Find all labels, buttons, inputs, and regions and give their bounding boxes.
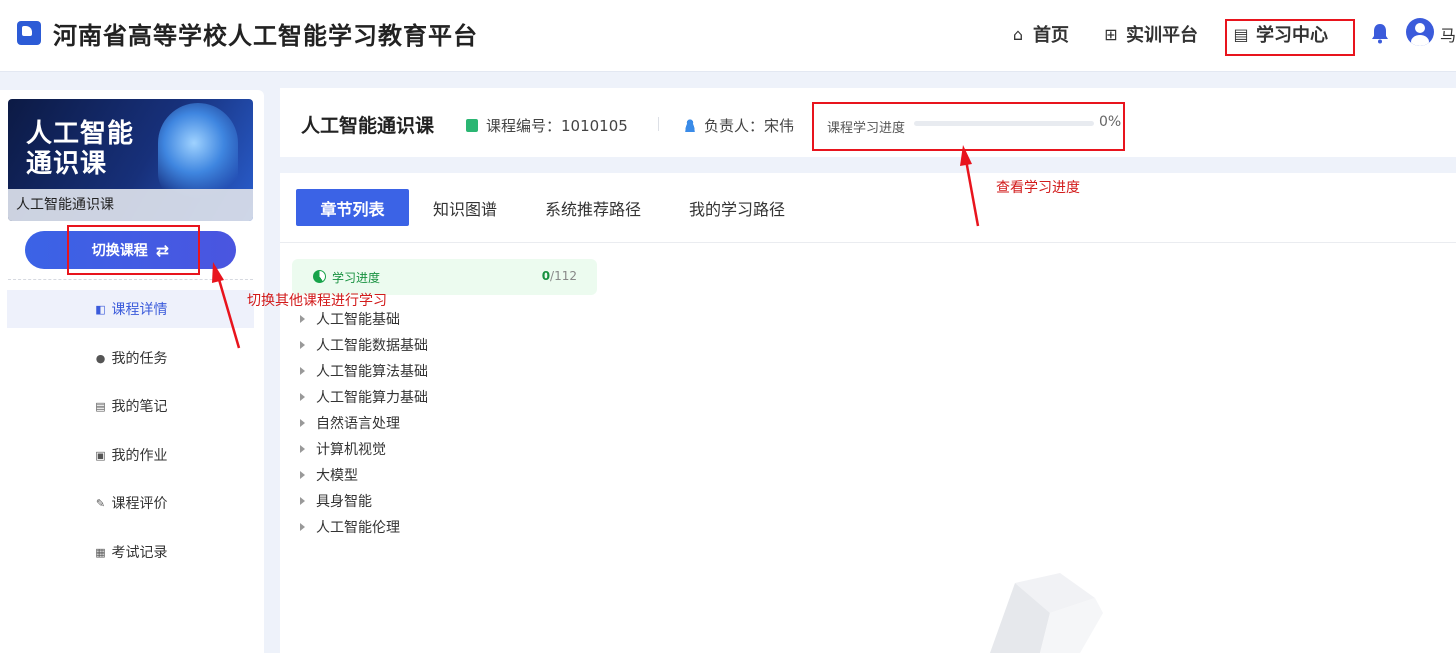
chapter-label: 大模型 bbox=[316, 468, 358, 484]
homework-icon: ▣ bbox=[95, 448, 106, 462]
caret-right-icon bbox=[300, 393, 305, 401]
sidebar-item-label: 课程详情 bbox=[111, 302, 168, 318]
platform-logo-icon[interactable] bbox=[17, 21, 41, 45]
person-icon bbox=[684, 119, 696, 132]
chapter-item[interactable]: 具身智能 bbox=[300, 491, 372, 511]
caret-right-icon bbox=[300, 419, 305, 427]
chapter-item[interactable]: 人工智能算法基础 bbox=[300, 361, 428, 381]
sidebar-item-course-review[interactable]: ✎ 课程评价 bbox=[7, 484, 254, 522]
annotation-box-switch-course bbox=[67, 225, 200, 275]
chapter-progress-total: /112 bbox=[550, 269, 577, 283]
chapter-progress-count: 0/112 bbox=[542, 269, 577, 283]
sidebar-item-label: 考试记录 bbox=[111, 545, 168, 561]
tab-chapter-list[interactable]: 章节列表 bbox=[296, 189, 409, 226]
course-code-icon bbox=[466, 119, 478, 132]
empty-state-illustration-icon bbox=[990, 573, 1103, 653]
caret-right-icon bbox=[300, 445, 305, 453]
chapter-item[interactable]: 人工智能伦理 bbox=[300, 517, 400, 537]
chapter-item[interactable]: 人工智能算力基础 bbox=[300, 387, 428, 407]
chapter-label: 人工智能伦理 bbox=[316, 520, 400, 536]
annotation-box-learning-center bbox=[1225, 19, 1355, 56]
cover-title: 人工智能 通识课 bbox=[26, 119, 134, 179]
book-open-icon: ◧ bbox=[95, 302, 106, 316]
chapter-item[interactable]: 人工智能数据基础 bbox=[300, 335, 428, 355]
note-icon: ▤ bbox=[95, 399, 106, 413]
tab-knowledge-graph[interactable]: 知识图谱 bbox=[420, 189, 510, 226]
course-code-text: 课程编号：1010105 bbox=[486, 117, 628, 135]
chapter-item[interactable]: 人工智能基础 bbox=[300, 309, 400, 329]
annotation-switch-course: 切换其他课程进行学习 bbox=[247, 293, 387, 309]
edit-icon: ✎ bbox=[95, 496, 106, 510]
chapter-item[interactable]: 计算机视觉 bbox=[300, 439, 386, 459]
caret-right-icon bbox=[300, 523, 305, 531]
nav-training-platform[interactable]: ⊞ 实训平台 bbox=[1102, 20, 1198, 48]
nav-training-label: 实训平台 bbox=[1126, 25, 1198, 46]
user-name[interactable]: 马 bbox=[1440, 22, 1456, 46]
course-owner: 负责人：宋伟 bbox=[684, 115, 794, 136]
chapter-label: 人工智能基础 bbox=[316, 312, 400, 328]
nav-home[interactable]: ⌂ 首页 bbox=[1009, 20, 1069, 48]
sidebar-item-label: 课程评价 bbox=[111, 496, 168, 512]
cover-caption: 人工智能通识课 bbox=[8, 189, 253, 221]
chapter-item[interactable]: 大模型 bbox=[300, 465, 358, 485]
sidebar-item-my-tasks[interactable]: ● 我的任务 bbox=[7, 339, 254, 377]
chapter-label: 人工智能算法基础 bbox=[316, 364, 428, 380]
caret-right-icon bbox=[300, 341, 305, 349]
home-icon: ⌂ bbox=[1012, 24, 1024, 44]
sidebar-item-my-notes[interactable]: ▤ 我的笔记 bbox=[7, 387, 254, 425]
chapter-panel: 章节列表 知识图谱 系统推荐路径 我的学习路径 学习进度 0/112 人工智能基… bbox=[280, 173, 1456, 653]
tab-recommended-path[interactable]: 系统推荐路径 bbox=[538, 189, 648, 226]
sidebar-item-label: 我的笔记 bbox=[111, 399, 168, 415]
cover-title-line2: 通识课 bbox=[26, 149, 108, 179]
grid-icon: ⊞ bbox=[1104, 24, 1118, 44]
site-title: 河南省高等学校人工智能学习教育平台 bbox=[53, 22, 478, 50]
cover-title-line1: 人工智能 bbox=[26, 119, 135, 149]
chapter-progress-label: 学习进度 bbox=[332, 271, 381, 285]
chapter-label: 人工智能算力基础 bbox=[316, 390, 428, 406]
chapter-item[interactable]: 自然语言处理 bbox=[300, 413, 400, 433]
nav-home-label: 首页 bbox=[1033, 25, 1069, 46]
course-code: 课程编号：1010105 bbox=[466, 115, 628, 136]
caret-right-icon bbox=[300, 497, 305, 505]
sidebar-item-my-homework[interactable]: ▣ 我的作业 bbox=[7, 436, 254, 474]
user-avatar[interactable] bbox=[1406, 18, 1434, 46]
chapter-label: 人工智能数据基础 bbox=[316, 338, 428, 354]
sidebar-item-course-details[interactable]: ◧ 课程详情 bbox=[7, 290, 254, 328]
notification-bell-icon[interactable] bbox=[1370, 22, 1390, 44]
meta-separator bbox=[658, 117, 659, 131]
course-cover-image[interactable]: 人工智能 通识课 人工智能通识课 bbox=[8, 99, 253, 221]
course-owner-text: 负责人：宋伟 bbox=[704, 117, 795, 135]
sidebar-item-label: 我的任务 bbox=[111, 351, 168, 367]
caret-right-icon bbox=[300, 367, 305, 375]
sidebar-item-label: 我的作业 bbox=[111, 448, 168, 464]
chapter-progress-done: 0 bbox=[541, 269, 551, 283]
exam-icon: ▦ bbox=[95, 545, 106, 559]
course-tabs: 章节列表 知识图谱 系统推荐路径 我的学习路径 bbox=[280, 173, 1456, 243]
annotation-view-progress: 查看学习进度 bbox=[996, 180, 1080, 196]
user-task-icon: ● bbox=[95, 351, 106, 365]
sidebar-item-exam-records[interactable]: ▦ 考试记录 bbox=[7, 533, 254, 571]
caret-right-icon bbox=[300, 315, 305, 323]
sidebar: 人工智能 通识课 人工智能通识课 切换课程 ⇄ ◧ 课程详情 ● 我的任务 ▤ … bbox=[0, 90, 264, 653]
ai-head-illustration bbox=[158, 103, 238, 203]
chapter-label: 具身智能 bbox=[316, 494, 372, 510]
tab-my-learning-path[interactable]: 我的学习路径 bbox=[682, 189, 792, 226]
progress-pie-icon bbox=[313, 270, 326, 283]
annotation-box-progress bbox=[812, 102, 1125, 151]
caret-right-icon bbox=[300, 471, 305, 479]
chapter-label: 计算机视觉 bbox=[316, 442, 386, 458]
course-title: 人工智能通识课 bbox=[301, 115, 435, 137]
sidebar-divider bbox=[8, 279, 253, 280]
chapter-label: 自然语言处理 bbox=[316, 416, 400, 432]
